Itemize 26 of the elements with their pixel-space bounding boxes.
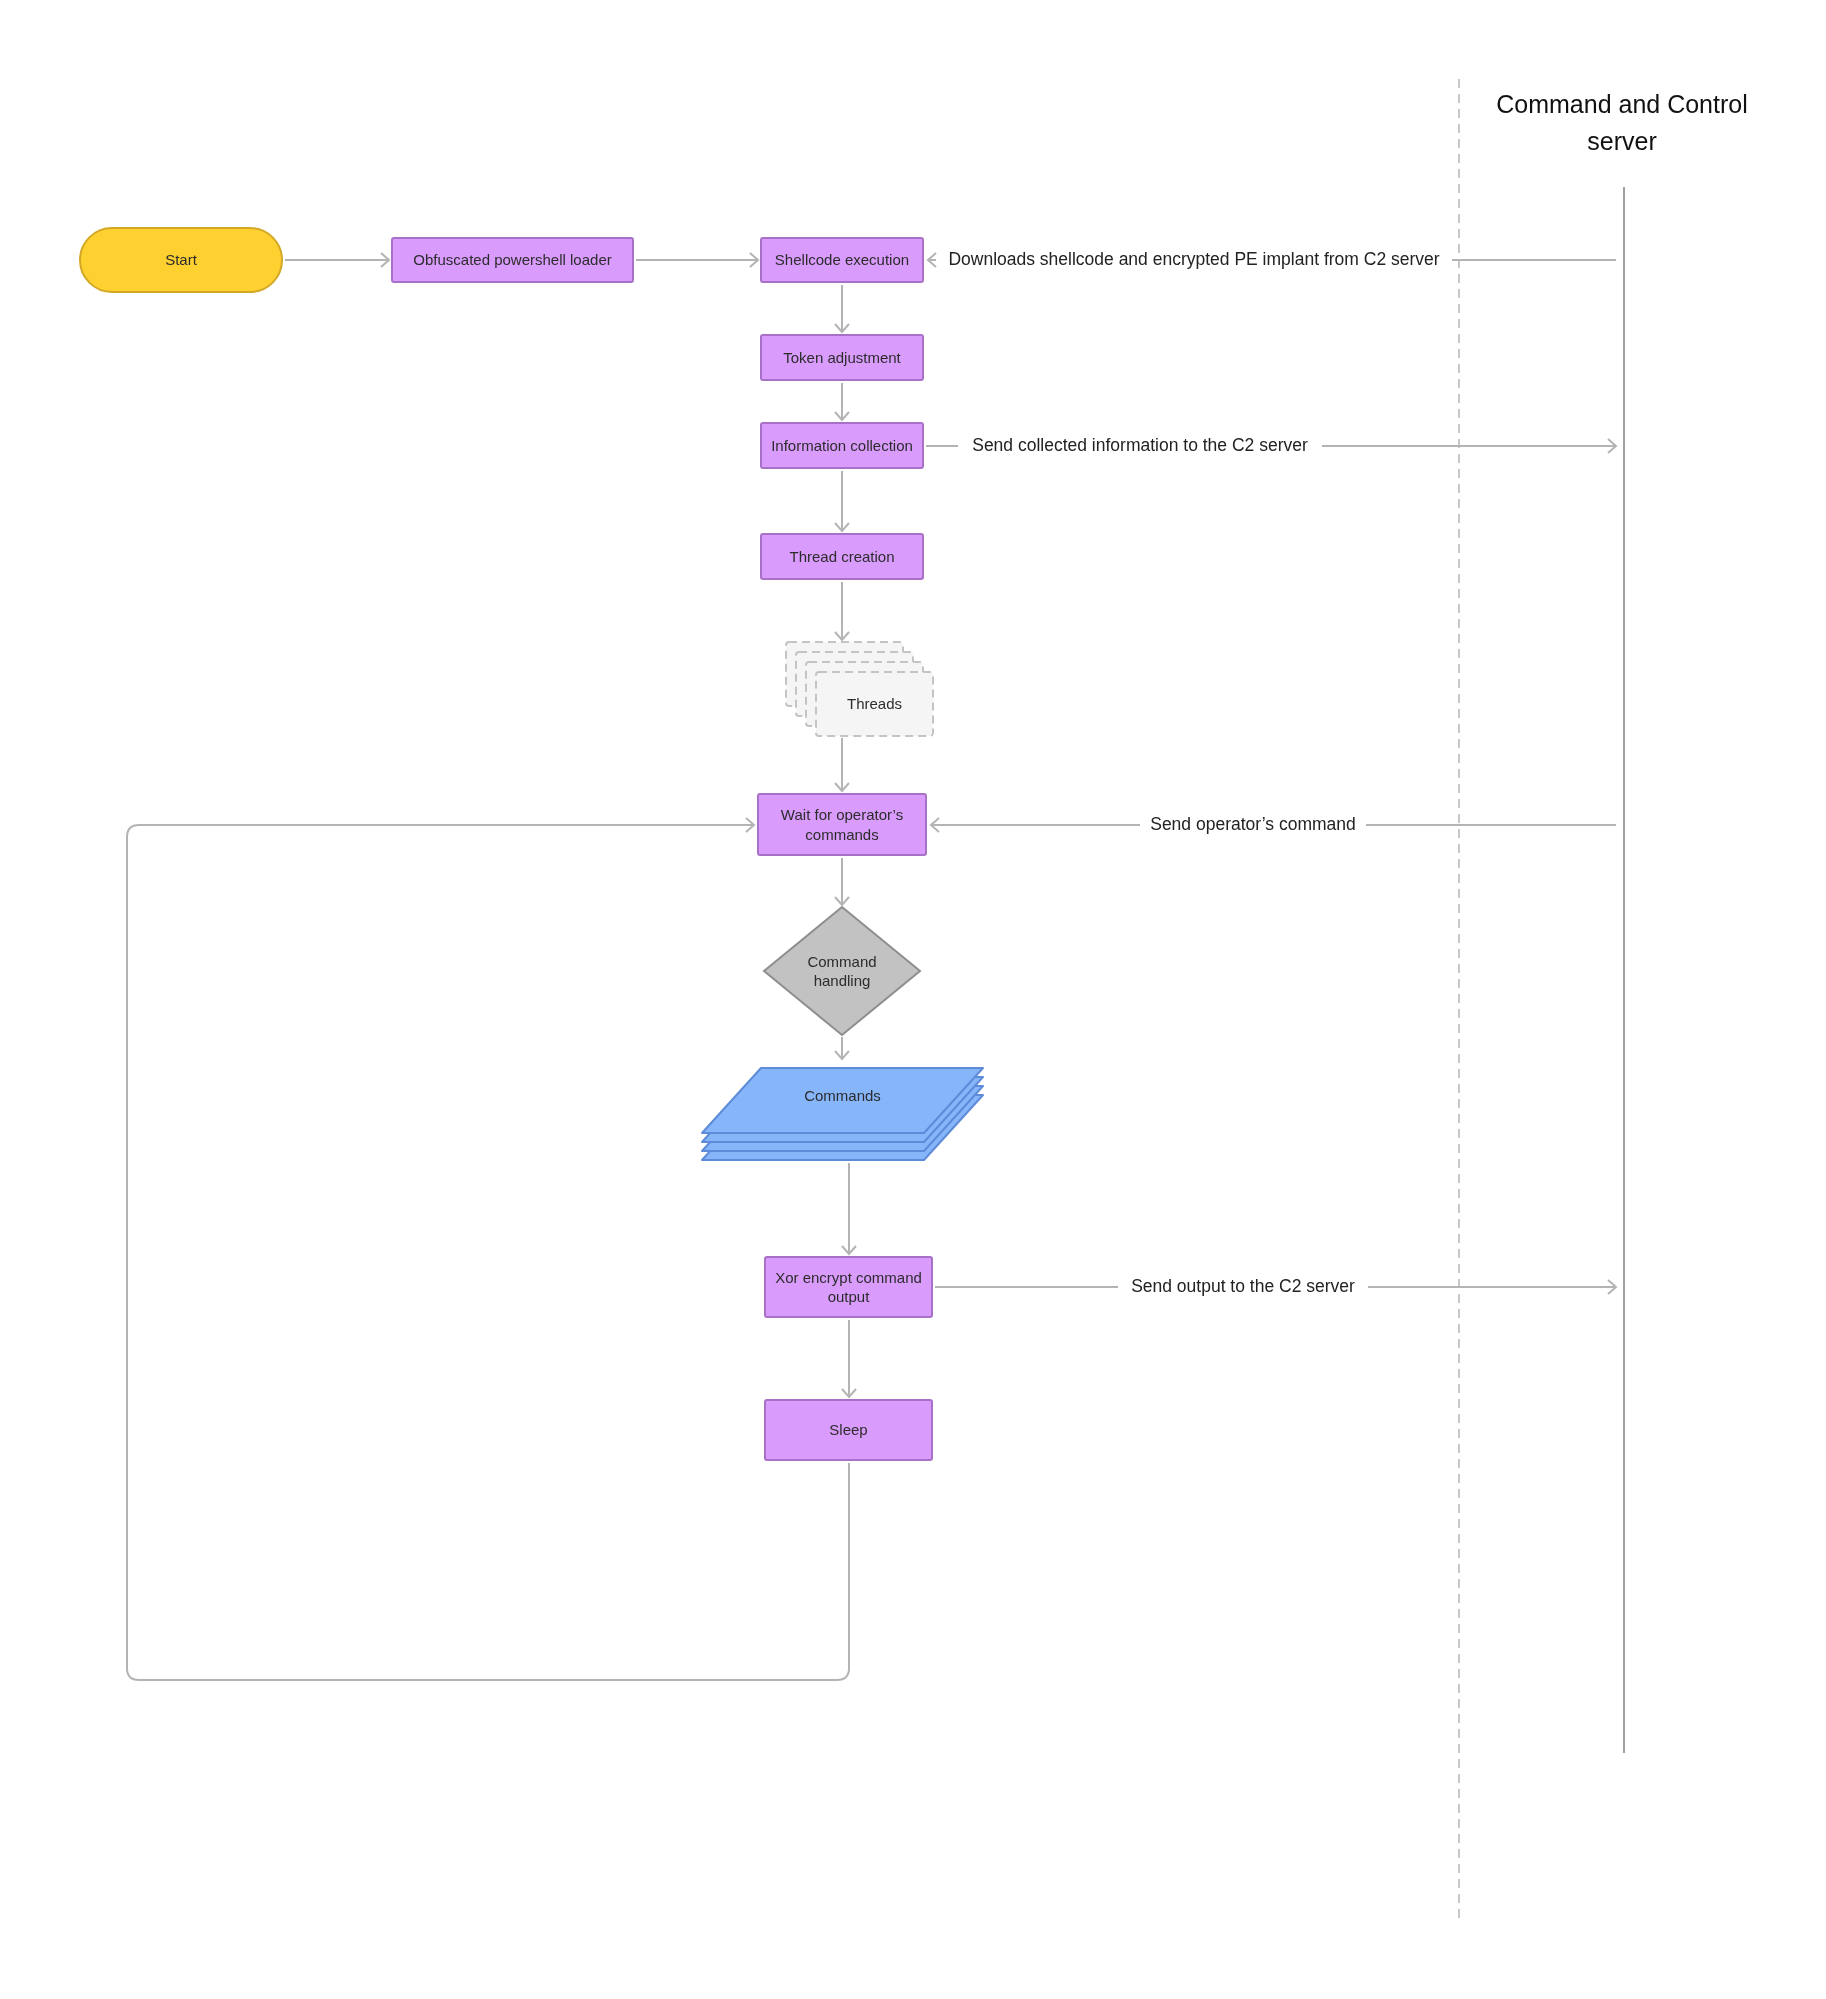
process-step: Token adjustment (760, 334, 924, 381)
connector-arrow (834, 470, 850, 533)
commands-label: Commands (804, 1085, 881, 1106)
connector-arrow (834, 382, 850, 422)
message-arrow (926, 252, 937, 268)
message-label: Send operator’s command (1150, 814, 1356, 835)
process-step: Information collection (760, 422, 924, 469)
threads-label: Threads (847, 694, 902, 714)
process-step: Xor encrypt command output (764, 1256, 933, 1318)
lane-title: Command and Control server (1495, 89, 1749, 157)
connector-arrow (834, 737, 850, 793)
process-step: Sleep (764, 1399, 933, 1461)
process-step: Obfuscated powershell loader (391, 237, 634, 283)
message-line (925, 445, 959, 447)
start-terminal: Start (79, 227, 283, 293)
process-step: Wait for operator’s commands (757, 793, 927, 856)
message-label: Send collected information to the C2 server (972, 435, 1308, 456)
connector-arrow (834, 581, 850, 642)
connector-arrow (834, 857, 850, 907)
process-step: Shellcode execution (760, 237, 924, 283)
message-label: Downloads shellcode and encrypted PE implant from C2 server (948, 249, 1440, 270)
connector-arrow (834, 1036, 850, 1061)
decision-label: Command handling (806, 951, 878, 991)
message-label: Send output to the C2 server (1131, 1276, 1355, 1297)
connector-arrow (834, 284, 850, 334)
process-step: Thread creation (760, 533, 924, 580)
